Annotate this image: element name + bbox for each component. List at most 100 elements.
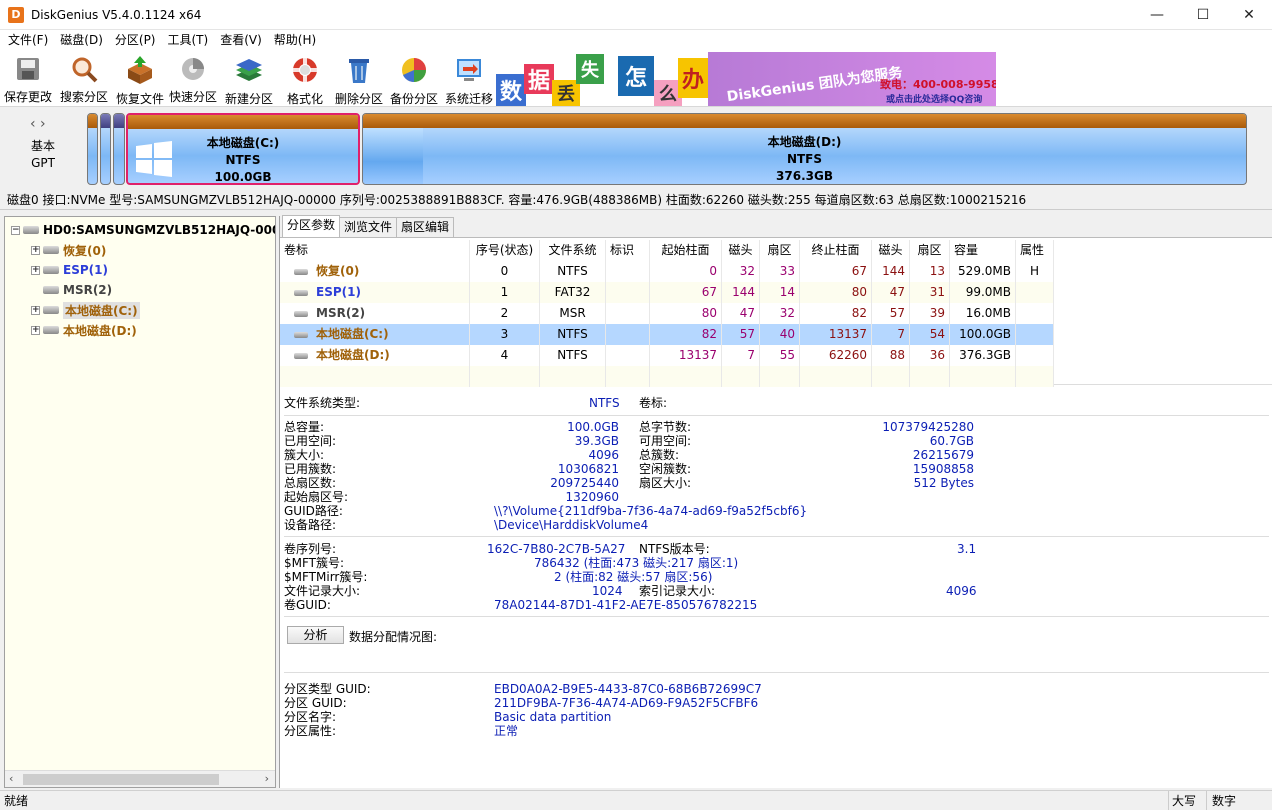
trash-icon: [344, 55, 374, 85]
analyze-button[interactable]: 分析: [287, 626, 344, 644]
quick-partition-button[interactable]: 快速分区: [165, 53, 221, 105]
table-row[interactable]: ESP(1) 1 FAT32 67 144 14 80 47 31 99.0MB: [280, 282, 1054, 303]
save-changes-button[interactable]: 保存更改: [0, 53, 56, 105]
partition-icon: [294, 352, 308, 359]
close-button[interactable]: ✕: [1226, 0, 1272, 30]
table-cell: 7: [722, 345, 760, 366]
table-cell: 88: [872, 345, 910, 366]
column-header[interactable]: 标识: [606, 240, 650, 261]
partition-d-fs: NTFS: [786, 152, 823, 166]
scroll-right-icon[interactable]: ›: [265, 772, 269, 785]
partition-icon: [43, 326, 59, 334]
backup-partition-button[interactable]: 备份分区: [386, 53, 442, 106]
tab-partition-params[interactable]: 分区参数: [282, 215, 341, 237]
column-header[interactable]: 卷标: [280, 240, 470, 261]
volume-guid-value: 78A02144-87D1-41F2-AE7E-850576782215: [494, 598, 758, 612]
column-header[interactable]: 起始柱面: [650, 240, 722, 261]
expand-icon[interactable]: +: [31, 265, 40, 275]
tree-item[interactable]: MSR(2): [31, 280, 112, 300]
menu-help[interactable]: 帮助(H): [268, 30, 322, 51]
column-header[interactable]: 文件系统: [540, 240, 606, 261]
maximize-button[interactable]: ☐: [1180, 0, 1226, 30]
menu-tools[interactable]: 工具(T): [162, 30, 215, 51]
column-header[interactable]: 扇区: [910, 240, 950, 261]
menu-file[interactable]: 文件(F): [2, 30, 54, 51]
column-header[interactable]: 磁头: [872, 240, 910, 261]
tree-item[interactable]: + 恢复(0): [31, 240, 106, 260]
tree-item[interactable]: + ESP(1): [31, 260, 108, 280]
tree-item[interactable]: + 本地磁盘(D:): [31, 320, 137, 340]
tree-item[interactable]: + 本地磁盘(C:): [31, 300, 140, 320]
column-header[interactable]: 容量: [950, 240, 1016, 261]
table-cell: 13137: [650, 345, 722, 366]
partition-block-esp[interactable]: [100, 113, 111, 185]
delete-partition-button[interactable]: 删除分区: [331, 53, 387, 106]
table-row[interactable]: MSR(2) 2 MSR 80 47 32 82 57 39 16.0MB: [280, 303, 1054, 324]
search-partition-button[interactable]: 搜索分区: [56, 53, 112, 105]
banner-phone: 致电：400-008-9958: [880, 78, 996, 91]
table-row[interactable]: 恢复(0) 0 NTFS 0 32 33 67 144 13 529.0MB H: [280, 261, 1054, 282]
table-cell: 376.3GB: [950, 345, 1016, 366]
disk-nav-arrows[interactable]: ‹ ›: [30, 116, 46, 132]
menu-partition[interactable]: 分区(P): [109, 30, 162, 51]
scrollbar-thumb[interactable]: [23, 774, 219, 785]
partition-block-c[interactable]: 本地磁盘(C:) NTFS 100.0GB: [126, 113, 360, 185]
table-cell: 82: [800, 303, 872, 324]
partition-icon: [43, 266, 59, 274]
table-cell: 39: [910, 303, 950, 324]
partition-block-d[interactable]: 本地磁盘(D:) NTFS 376.3GB: [362, 113, 1247, 185]
table-cell: [606, 324, 650, 345]
system-migration-button[interactable]: 系统迁移: [441, 53, 497, 106]
partition-panel: 分区参数 浏览文件 扇区编辑 卷标 序号(状态) 文件系统 标识 起始柱面 磁头 扇区 终止柱…: [279, 215, 1272, 788]
table-cell: 7: [872, 324, 910, 345]
partition-block-msr[interactable]: [113, 113, 125, 185]
column-header[interactable]: 磁头: [722, 240, 760, 261]
expand-icon[interactable]: +: [31, 325, 40, 335]
menu-disk[interactable]: 磁盘(D): [54, 30, 109, 51]
table-header: 卷标 序号(状态) 文件系统 标识 起始柱面 磁头 扇区 终止柱面 磁头 扇区 容量 属性: [280, 240, 1054, 261]
partition-name-value: Basic data partition: [494, 710, 612, 724]
mft-cluster-value: 786432 (柱面:473 磁头:217 扇区:1): [534, 556, 739, 570]
ad-banner[interactable]: 数 据 丢 失 怎 么 办 DiskGenius 团队为您服务 致电：400-0…: [496, 52, 996, 106]
table-row[interactable]: 本地磁盘(C:) 3 NTFS 82 57 40 13137 7 54 100.0GB: [280, 324, 1054, 345]
table-cell: 31: [910, 282, 950, 303]
partition-guid-value: 211DF9BA-7F36-4A74-AD69-F9A52F5CFBF6: [494, 696, 759, 710]
expand-icon[interactable]: +: [31, 305, 40, 315]
status-numlock: 数字: [1206, 791, 1246, 810]
partition-icon: [294, 310, 308, 317]
tree-horizontal-scrollbar[interactable]: ‹ ›: [5, 770, 275, 787]
tree-disk-root[interactable]: − HD0:SAMSUNGMZVLB512HAJQ-0000: [11, 220, 275, 240]
tab-sector-edit[interactable]: 扇区编辑: [396, 217, 455, 237]
status-capslock: 大写: [1168, 791, 1200, 810]
table-row[interactable]: 本地磁盘(D:) 4 NTFS 13137 7 55 62260 88 36 376.3GB: [280, 345, 1054, 366]
detail-value: 1320960: [565, 490, 619, 504]
minimize-button[interactable]: —: [1134, 0, 1180, 30]
recover-files-button[interactable]: 恢复文件: [112, 53, 168, 106]
table-cell: 100.0GB: [950, 324, 1016, 345]
table-cell: H: [1016, 261, 1054, 282]
table-cell: 144: [722, 282, 760, 303]
column-header[interactable]: 属性: [1016, 240, 1054, 261]
column-header[interactable]: 序号(状态): [470, 240, 540, 261]
new-partition-button[interactable]: 新建分区: [221, 53, 277, 106]
expand-icon[interactable]: +: [31, 245, 40, 255]
table-cell: 32: [760, 303, 800, 324]
collapse-icon[interactable]: −: [11, 225, 20, 235]
partition-table: 卷标 序号(状态) 文件系统 标识 起始柱面 磁头 扇区 终止柱面 磁头 扇区 容量 属性 恢复(0)…: [280, 240, 1272, 387]
table-cell: [606, 345, 650, 366]
detail-value: 15908858: [912, 462, 974, 476]
table-cell: 32: [722, 261, 760, 282]
partition-block-recovery[interactable]: [87, 113, 98, 185]
column-header[interactable]: 终止柱面: [800, 240, 872, 261]
layers-new-icon: [234, 55, 264, 85]
hard-disk-icon: [23, 226, 39, 234]
menu-view[interactable]: 查看(V): [214, 30, 268, 51]
table-cell: 82: [650, 324, 722, 345]
tab-browse-files[interactable]: 浏览文件: [339, 217, 398, 237]
table-cell: 40: [760, 324, 800, 345]
banner-qq-link[interactable]: 或点击此处选择QQ咨询: [886, 92, 982, 105]
app-logo-icon: D: [8, 6, 24, 23]
scroll-left-icon[interactable]: ‹: [9, 772, 13, 785]
column-header[interactable]: 扇区: [760, 240, 800, 261]
format-button[interactable]: 格式化: [277, 53, 333, 106]
